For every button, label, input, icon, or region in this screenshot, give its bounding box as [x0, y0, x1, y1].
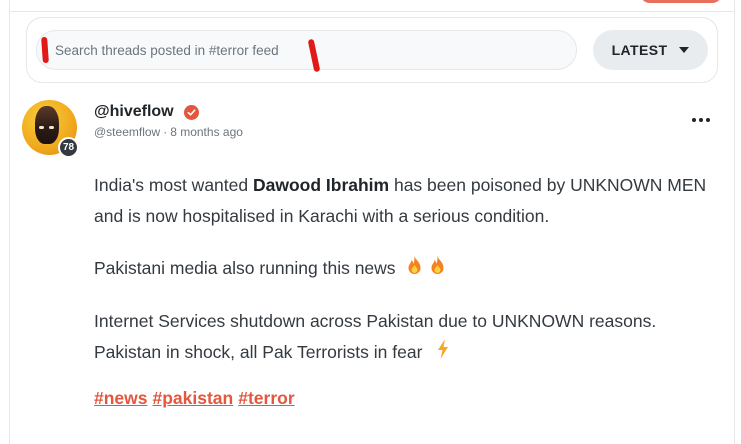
tag-pakistan[interactable]: #pakistan	[153, 388, 234, 409]
sort-label: LATEST	[611, 42, 668, 58]
top-action-button[interactable]	[640, 0, 722, 3]
top-divider	[9, 0, 735, 12]
avatar-eye	[49, 126, 54, 129]
more-options-button[interactable]	[689, 110, 713, 130]
lightning-emoji-icon	[437, 338, 449, 369]
bold-name: Dawood Ibrahim	[252, 175, 390, 195]
more-horizontal-icon	[692, 118, 696, 122]
tag-news[interactable]: #news	[94, 388, 148, 409]
caret-down-icon	[679, 47, 690, 53]
post-paragraph: Pakistani media also running this news	[94, 253, 722, 285]
verified-check-icon	[184, 105, 199, 120]
fire-emoji-icon	[406, 254, 423, 285]
post-paragraph: Internet Services shutdown across Pakist…	[94, 306, 722, 369]
post-body: India's most wanted Dawood Ibrahim has b…	[94, 170, 722, 390]
reputation-badge: 78	[58, 137, 79, 158]
tag-list: #news #pakistan #terror	[94, 388, 295, 409]
tag-terror[interactable]: #terror	[238, 388, 294, 409]
post-paragraph: India's most wanted Dawood Ibrahim has b…	[94, 175, 707, 226]
avatar-face	[35, 106, 59, 144]
post-time: 8 months ago	[170, 125, 243, 139]
fire-emoji-icon	[429, 254, 446, 285]
search-field[interactable]	[36, 30, 577, 70]
post-meta: @steemflow · 8 months ago	[94, 125, 243, 139]
search-input[interactable]	[55, 31, 555, 69]
author-name[interactable]: @hiveflow	[94, 103, 174, 121]
sort-latest-button[interactable]: LATEST	[593, 30, 708, 70]
avatar-eye	[39, 126, 44, 129]
community-link[interactable]: @steemflow	[94, 125, 160, 139]
